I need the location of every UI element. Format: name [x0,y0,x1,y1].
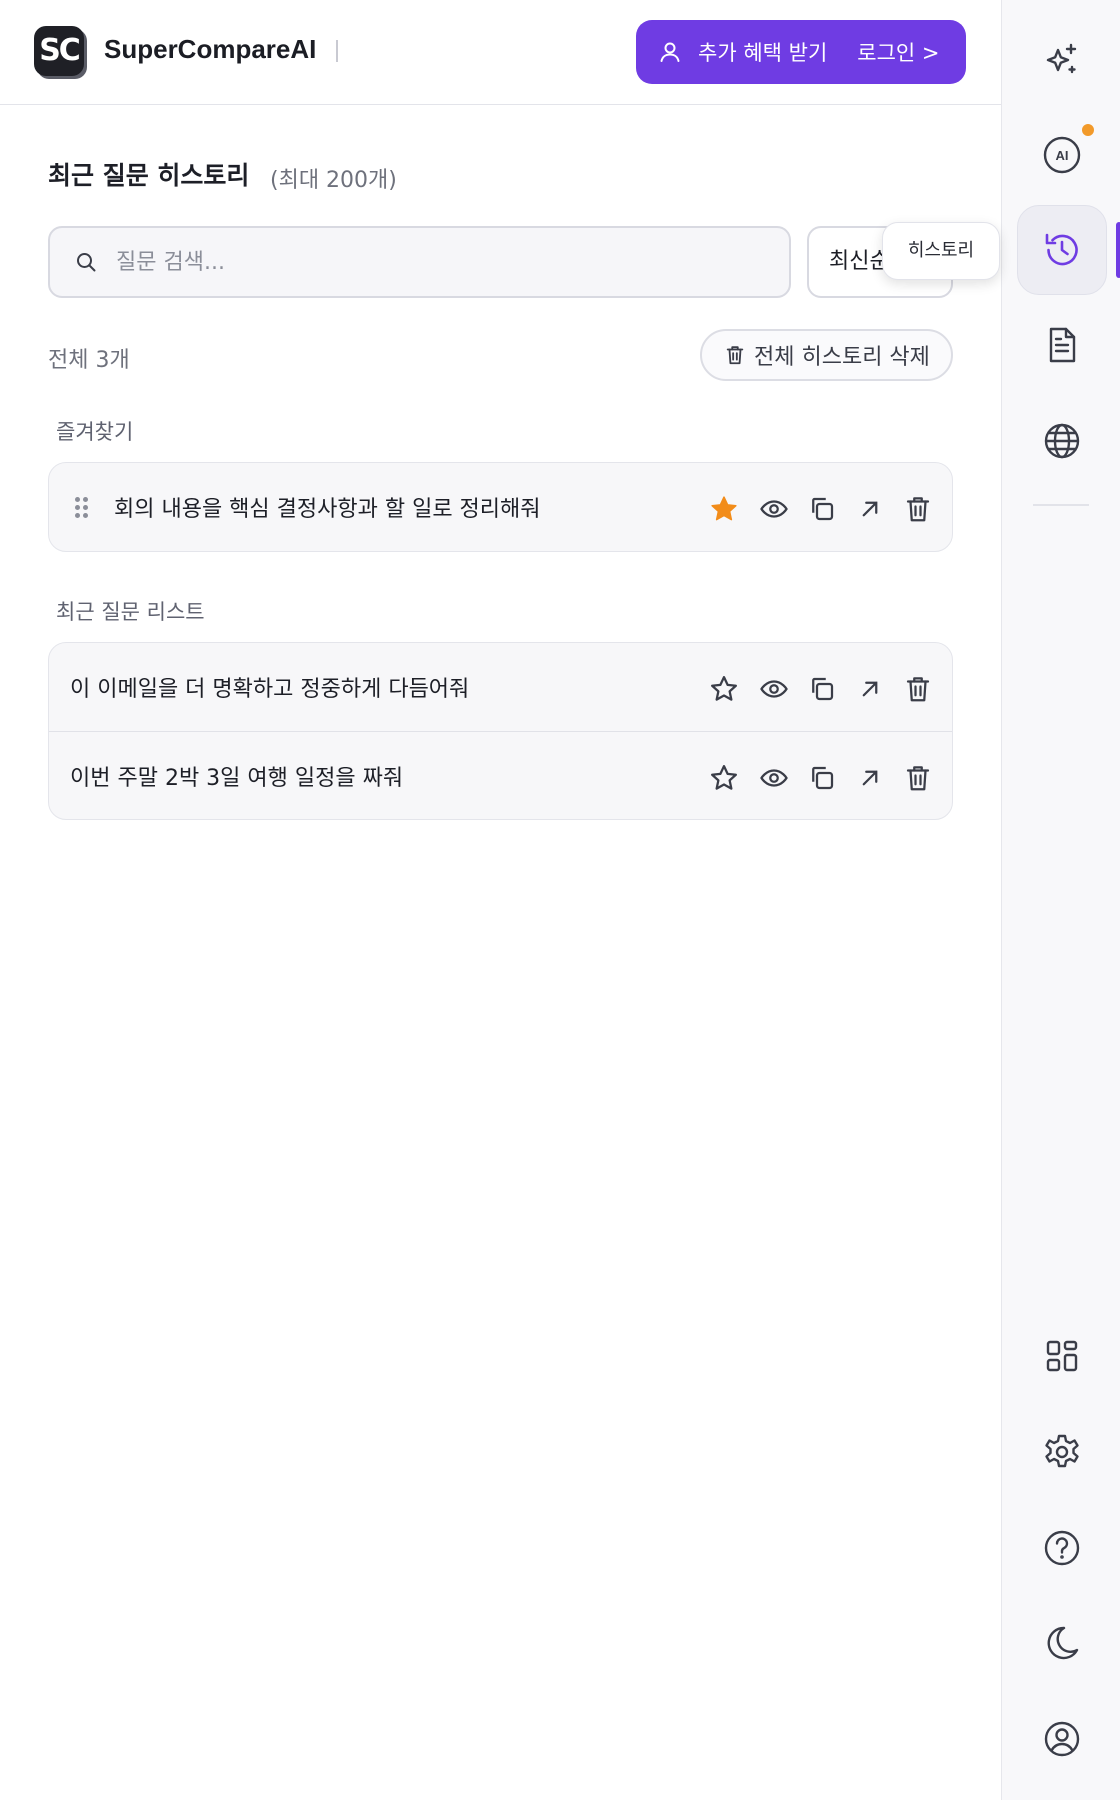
recent-section-label: 최근 질문 리스트 [56,600,205,624]
clear-all-label: 전체 히스토리 삭제 [754,345,930,370]
active-indicator [1116,222,1120,278]
open-arrow-icon[interactable] [855,763,885,793]
question-text: 이번 주말 2박 3일 여행 일정을 짜줘 [70,765,404,791]
open-arrow-icon[interactable] [855,494,885,524]
copy-icon[interactable] [807,763,837,793]
row-actions [692,643,952,731]
app-logo[interactable]: SC [34,26,84,76]
settings-gear-icon[interactable] [1017,1407,1107,1497]
account-icon[interactable] [1017,1694,1107,1784]
history-tooltip: 히스토리 [882,222,1000,280]
text-caret [336,40,338,62]
notification-dot [1082,124,1094,136]
history-count: 전체 3개 [48,348,130,373]
page-subtitle: (최대 200개) [270,168,397,193]
trash-icon[interactable] [903,494,933,524]
page-title: 최근 질문 히스토리 [48,161,250,190]
search-box[interactable] [48,226,791,298]
drag-handle-icon[interactable] [75,497,89,519]
favorites-section-label: 즐겨찾기 [56,420,134,444]
user-icon [660,42,680,62]
sidebar-divider [1033,504,1089,506]
question-text: 회의 내용을 핵심 결정사항과 할 일로 정리해줘 [114,497,541,522]
star-outline-icon[interactable] [709,763,739,793]
help-icon[interactable] [1017,1503,1107,1593]
document-icon[interactable] [1017,300,1107,390]
login-benefit-button[interactable]: 추가 혜택 받기 로그인 > [636,20,966,84]
list-item[interactable]: 이번 주말 2박 3일 여행 일정을 짜줘 [49,731,952,819]
star-filled-icon[interactable] [709,494,739,524]
sparkles-icon[interactable] [1017,15,1107,105]
row-actions [692,732,952,819]
favorites-list: 회의 내용을 핵심 결정사항과 할 일로 정리해줘 [48,462,953,552]
clear-all-history-button[interactable]: 전체 히스토리 삭제 [700,329,953,381]
search-input[interactable] [116,249,716,275]
right-sidebar: AI [1001,0,1120,1800]
eye-icon[interactable] [759,763,789,793]
recent-list: 이 이메일을 더 명확하고 정중하게 다듬어줘 이번 주말 2박 3일 여행 일… [48,642,953,820]
row-actions [692,463,952,551]
question-text: 이 이메일을 더 명확하고 정중하게 다듬어줘 [70,677,470,702]
open-arrow-icon[interactable] [855,674,885,704]
trash-icon [726,346,744,365]
globe-icon[interactable] [1017,396,1107,486]
apps-grid-icon[interactable] [1017,1311,1107,1401]
cta-benefit-label: 추가 혜택 받기 [698,41,828,65]
list-item[interactable]: 회의 내용을 핵심 결정사항과 할 일로 정리해줘 [49,463,952,551]
brand-name: SuperCompareAI [104,34,317,64]
star-outline-icon[interactable] [709,674,739,704]
header: SC SuperCompareAI 추가 혜택 받기 로그인 > [0,0,1001,105]
main-panel: SC SuperCompareAI 추가 혜택 받기 로그인 > 최근 질문 히… [0,0,1001,1800]
dark-mode-moon-icon[interactable] [1017,1598,1107,1688]
ai-icon[interactable]: AI [1017,110,1107,200]
trash-icon[interactable] [903,674,933,704]
eye-icon[interactable] [759,494,789,524]
copy-icon[interactable] [807,674,837,704]
eye-icon[interactable] [759,674,789,704]
svg-text:AI: AI [1056,148,1069,163]
copy-icon[interactable] [807,494,837,524]
cta-login-label: 로그인 > [857,41,940,65]
list-item[interactable]: 이 이메일을 더 명확하고 정중하게 다듬어줘 [49,643,952,731]
search-icon [77,253,96,272]
history-icon[interactable] [1017,205,1107,295]
trash-icon[interactable] [903,763,933,793]
